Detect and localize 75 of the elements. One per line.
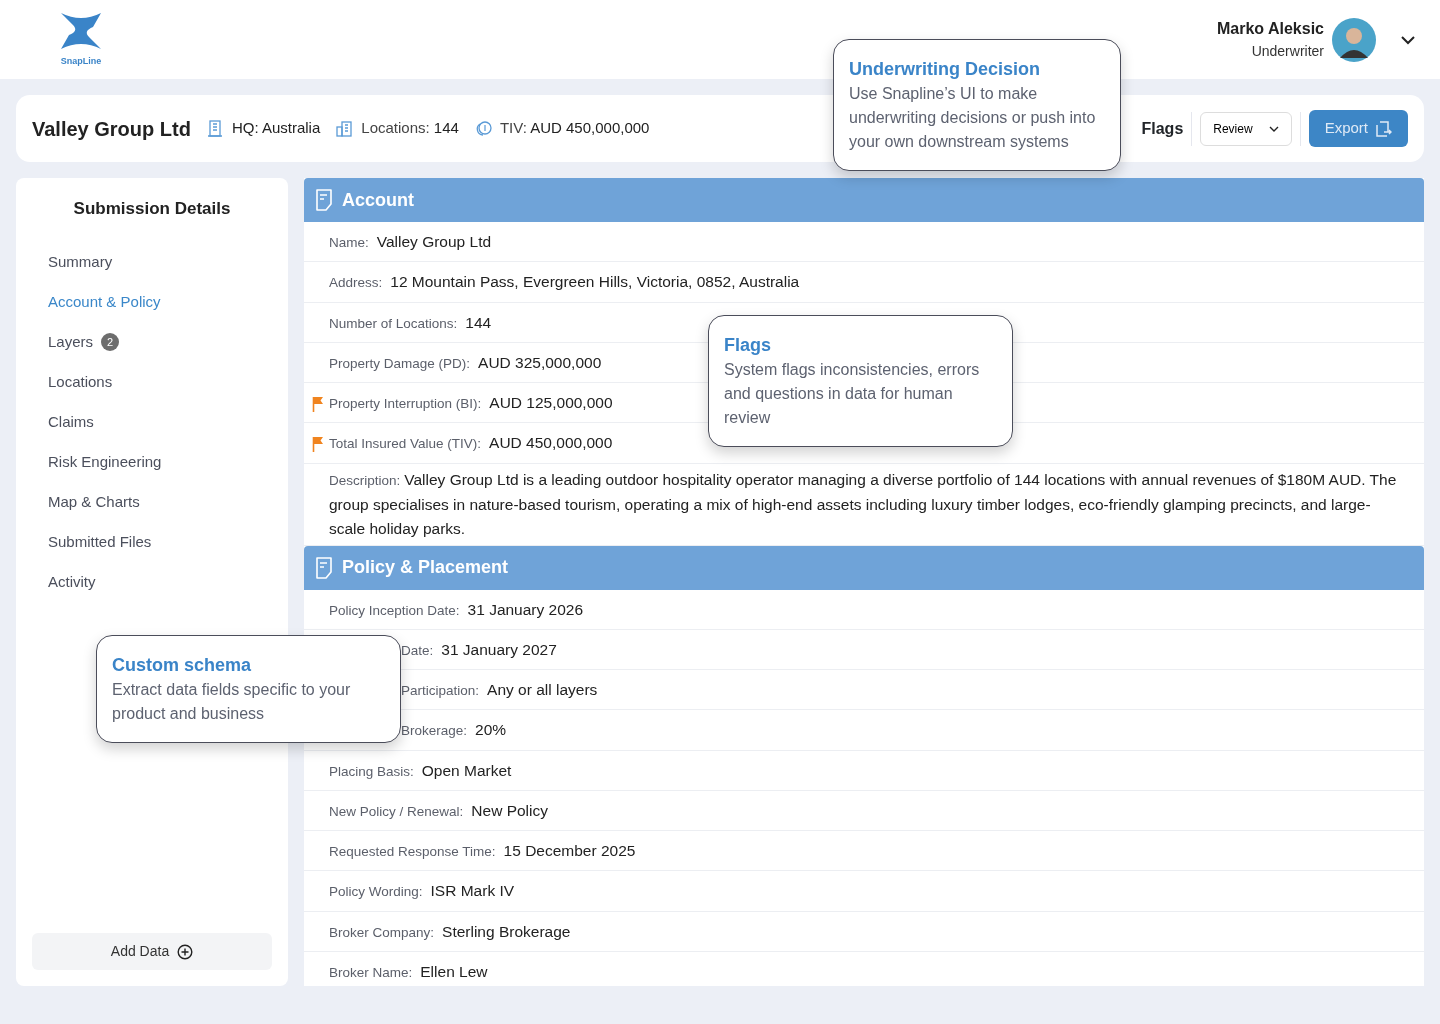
flags-button[interactable]: Flags <box>1141 116 1184 141</box>
document-icon <box>314 189 334 211</box>
field-value: AUD 125,000,000 <box>489 393 613 413</box>
field-label: Number of Locations: <box>329 314 458 333</box>
field-label: Total Insured Value (TIV): <box>329 435 482 454</box>
flag-icon <box>312 436 324 453</box>
company-title: Valley Group Ltd <box>32 116 191 142</box>
field-label: Date: <box>401 641 434 660</box>
flag-icon <box>312 396 324 412</box>
field-value: 15 December 2025 <box>503 841 636 861</box>
fact-text: TIV: AUD 450,000,000 <box>499 118 650 139</box>
field-value: New Policy <box>471 800 548 821</box>
sidebar-item[interactable]: Risk Engineering <box>32 441 272 482</box>
field-value: Ellen Lew <box>420 961 488 982</box>
field-value: Any or all layers <box>487 680 598 700</box>
field-value: 31 January 2027 <box>441 639 557 660</box>
field-label: Policy Inception Date: <box>329 601 460 620</box>
field-label: Requested Response Time: <box>329 843 496 861</box>
field-label: Broker Name: <box>329 963 413 982</box>
field-value: 144 <box>465 312 492 333</box>
add-data-button[interactable]: Add Data <box>32 933 272 970</box>
plus-circle-icon <box>177 943 194 960</box>
callout-text: Extract data fields specific to your product and business <box>112 680 352 724</box>
count-badge: 2 <box>101 332 120 351</box>
avatar <box>1332 17 1376 62</box>
callout-text: System flags inconsistencies, errors and questions in data for human review <box>724 360 981 428</box>
field-label: Brokerage: <box>401 722 468 741</box>
export-icon <box>1376 120 1392 137</box>
callout-title: Custom schema <box>112 654 253 677</box>
caret-icon <box>1268 125 1279 132</box>
field-value: 31 January 2026 <box>467 599 584 620</box>
brand-name: SnapLine <box>60 54 102 68</box>
fact-text: HQ: Australia <box>231 118 321 139</box>
field-label: Name: <box>329 234 369 252</box>
description-text: Description: Valley Group Ltd is a leading outdoor hospitality operator managing a diverse portfolio of 144 locations with annual revenues of $180M AUD. The group specialises in nature-based tourism, operating a mix of high-end assets including luxury timber lodges, eco-friendly glamping precincts, and large-scale holiday parks. <box>329 470 1397 537</box>
sidebar-item[interactable]: Submitted Files <box>32 521 272 562</box>
section-title: Policy & Placement <box>342 556 509 579</box>
sidebar-title: Submission Details <box>72 198 232 220</box>
field-label: Policy Wording: <box>329 883 423 902</box>
field-value: Sterling Brokerage <box>442 921 571 942</box>
chevron-icon <box>1400 34 1416 45</box>
field-label: Property Interruption (BI): <box>329 395 482 413</box>
user-role: Underwriter <box>1250 42 1324 61</box>
field-value: 12 Mountain Pass, Evergreen Hills, Victoria, 0852, Australia <box>390 272 800 293</box>
coins-icon <box>474 120 492 137</box>
sidebar-item[interactable]: Activity <box>32 561 272 602</box>
sidebar-item[interactable]: Summary <box>32 241 272 282</box>
sidebar-item[interactable]: Claims <box>32 401 272 442</box>
logo-icon <box>59 10 103 51</box>
sidebar-item[interactable]: Map & Charts <box>32 481 272 522</box>
sidebar-item[interactable]: Layers 2 <box>32 321 272 362</box>
callout-text: Use Snapline’s UI to make underwriting decisions or push into your own downstream systems <box>849 84 1097 152</box>
callout-title: Underwriting Decision <box>849 58 1042 81</box>
field-label: Placing Basis: <box>329 762 414 781</box>
field-label: Property Damage (PD): <box>329 354 471 373</box>
field-label: Participation: <box>401 682 480 700</box>
field-value: Valley Group Ltd <box>376 232 492 252</box>
fact-text: Locations: 144 <box>361 118 459 139</box>
review-dropdown[interactable]: Review <box>1200 111 1292 146</box>
field-value: AUD 450,000,000 <box>489 433 613 454</box>
field-label: New Policy / Renewal: <box>329 802 464 821</box>
sidebar-item[interactable]: Locations <box>32 361 272 402</box>
field-label: Address: <box>329 274 383 293</box>
document-icon <box>314 556 334 579</box>
field-value: AUD 325,000,000 <box>478 352 602 373</box>
field-value: ISR Mark IV <box>430 881 515 902</box>
building-icon <box>206 120 224 137</box>
section-title: Account <box>342 188 414 212</box>
field-label: Broker Company: <box>329 923 435 942</box>
user-name: Marko Aleksic <box>1217 19 1324 39</box>
sidebar-item[interactable]: Account & Policy <box>32 281 272 322</box>
callout-title: Flags <box>724 334 772 357</box>
field-value: Open Market <box>421 760 512 781</box>
field-value: 20% <box>475 720 507 741</box>
buildings-icon <box>336 120 354 137</box>
